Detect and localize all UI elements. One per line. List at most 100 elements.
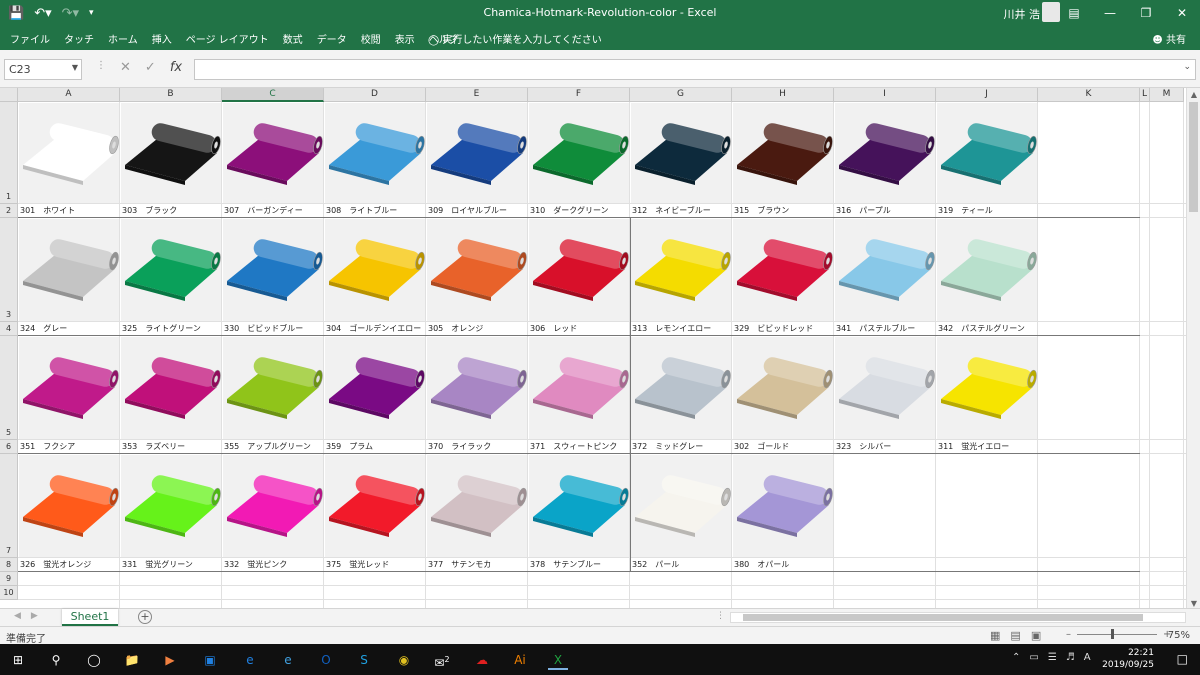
ribbon-tab[interactable]: 挿入 [152, 31, 172, 46]
ribbon-display-icon[interactable]: ▤ [1056, 0, 1092, 26]
name-box[interactable]: C23 ▼ [4, 59, 82, 80]
column-header[interactable]: H [732, 88, 834, 102]
column-header[interactable]: K [1038, 88, 1140, 102]
vinyl-roll-image [431, 357, 527, 419]
color-swatch-5 [427, 103, 527, 203]
row-header[interactable]: 10 [0, 586, 18, 600]
normal-view-icon[interactable]: ▦ [990, 629, 1000, 642]
row-header[interactable]: 3 [0, 218, 18, 322]
ribbon-tab[interactable]: 校閲 [361, 31, 381, 46]
ribbon-tab[interactable]: ページ レイアウト [186, 31, 269, 46]
color-swatch-5 [427, 337, 527, 439]
zoom-slider[interactable]: – + [1066, 629, 1171, 640]
task-view-icon[interactable]: ◯ [84, 650, 104, 670]
tab-splitter-icon[interactable]: ⋮ [716, 611, 725, 621]
search-icon[interactable]: ⚲ [46, 650, 66, 670]
column-header[interactable]: A [18, 88, 120, 102]
row-header[interactable]: 2 [0, 204, 18, 218]
ime-indicator[interactable]: A [1084, 652, 1091, 663]
column-header[interactable]: L [1140, 88, 1150, 102]
gridline [119, 102, 120, 608]
enter-icon[interactable]: ✓ [145, 60, 156, 75]
horizontal-scrollbar[interactable] [730, 612, 1186, 623]
vinyl-roll-image [23, 357, 119, 419]
column-header[interactable]: F [528, 88, 630, 102]
minimize-icon[interactable]: — [1092, 0, 1128, 26]
swatch-label: 305 オレンジ [428, 324, 484, 333]
chevron-up-icon[interactable]: ⌃ [1012, 652, 1020, 663]
scroll-up-icon[interactable]: ▲ [1187, 90, 1200, 99]
restore-icon[interactable]: ❐ [1128, 0, 1164, 26]
scroll-thumb[interactable] [743, 614, 1143, 621]
ribbon-tab[interactable]: 数式 [283, 31, 303, 46]
cancel-icon[interactable]: ✕ [120, 60, 131, 75]
worksheet-grid[interactable]: A B C D E F G H I J K L M 1 2 3 4 5 6 7 8 9 10 301 ホワイト 303 ブラック… [0, 88, 1186, 608]
scroll-down-icon[interactable]: ▼ [1187, 599, 1200, 608]
file-explorer-icon[interactable]: 📁 [122, 650, 142, 670]
add-sheet-button[interactable]: + [138, 610, 152, 624]
formula-input[interactable]: ⌄ [194, 59, 1196, 80]
ribbon-tab[interactable]: データ [317, 31, 347, 46]
media-player-icon[interactable]: ▶ [160, 650, 180, 670]
column-header[interactable]: E [426, 88, 528, 102]
battery-icon[interactable]: ▭ [1029, 652, 1038, 663]
expand-formula-icon[interactable]: ⌄ [1183, 62, 1191, 72]
zoom-level[interactable]: 75% [1168, 630, 1190, 641]
row-header[interactable]: 7 [0, 454, 18, 558]
column-header[interactable]: B [120, 88, 222, 102]
page-break-view-icon[interactable]: ▣ [1031, 629, 1041, 642]
scroll-thumb[interactable] [1189, 102, 1198, 212]
excel-icon[interactable]: X [548, 650, 568, 670]
ribbon-tabs: ファイル タッチ ホーム 挿入 ページ レイアウト 数式 データ 校閲 表示 ヘルプ ◯ 実行した… [0, 26, 1200, 50]
vertical-scrollbar[interactable]: ▲ ▼ [1186, 88, 1200, 610]
user-name[interactable]: 川井 浩 [1004, 6, 1041, 22]
chrome-icon[interactable]: ◉ [394, 650, 414, 670]
next-sheet-icon[interactable]: ▶ [31, 611, 38, 621]
ribbon-tab[interactable]: ファイル [10, 31, 50, 46]
network-icon[interactable]: ☰ [1048, 652, 1057, 663]
column-header[interactable]: G [630, 88, 732, 102]
insert-function-button[interactable]: fx [170, 60, 182, 75]
column-header[interactable]: D [324, 88, 426, 102]
column-header[interactable]: J [936, 88, 1038, 102]
creative-cloud-icon[interactable]: ☁ [472, 650, 492, 670]
prev-sheet-icon[interactable]: ◀ [14, 611, 21, 621]
zoom-thumb[interactable] [1111, 629, 1114, 639]
zoom-track[interactable] [1077, 629, 1157, 639]
windows-start-icon[interactable]: ⊞ [8, 650, 28, 670]
row-header[interactable]: 1 [0, 102, 18, 204]
action-center-icon[interactable]: □ [1177, 652, 1188, 666]
row-header[interactable]: 8 [0, 558, 18, 572]
illustrator-icon[interactable]: Ai [510, 650, 530, 670]
ribbon-tab[interactable]: 表示 [395, 31, 415, 46]
column-header[interactable]: C [222, 88, 324, 102]
volume-icon[interactable]: ♬ [1066, 652, 1075, 663]
column-header[interactable]: M [1150, 88, 1184, 102]
zoom-out-icon[interactable]: – [1066, 629, 1071, 640]
mail-icon[interactable]: ✉2 [432, 650, 452, 670]
color-swatch-4 [325, 103, 425, 203]
close-icon[interactable]: ✕ [1164, 0, 1200, 26]
sheet-tab[interactable]: Sheet1 [62, 609, 118, 626]
ribbon-tab[interactable]: タッチ [64, 31, 94, 46]
outlook-icon[interactable]: O [316, 650, 336, 670]
tell-me-box[interactable]: ◯ 実行したい作業を入力してください [428, 31, 602, 46]
page-layout-view-icon[interactable]: ▤ [1010, 629, 1020, 642]
ribbon-tab[interactable]: ホーム [108, 31, 138, 46]
color-swatch-8 [733, 337, 833, 439]
select-all-corner[interactable] [0, 88, 18, 102]
share-button[interactable]: ☻ 共有 [1152, 31, 1186, 46]
swatch-label: 331 蛍光グリーン [122, 560, 193, 569]
row-header[interactable]: 9 [0, 572, 18, 586]
store-icon[interactable]: ▣ [200, 650, 220, 670]
edge-icon[interactable]: e [240, 650, 260, 670]
skype-icon[interactable]: S [354, 650, 374, 670]
row-header[interactable]: 6 [0, 440, 18, 454]
clock[interactable]: 22:21 2019/09/25 [1102, 647, 1154, 671]
chevron-down-icon[interactable]: ▼ [72, 63, 78, 72]
column-header[interactable]: I [834, 88, 936, 102]
more-icon: ⋮ [96, 60, 106, 71]
row-header[interactable]: 4 [0, 322, 18, 336]
row-header[interactable]: 5 [0, 336, 18, 440]
ie-icon[interactable]: e [278, 650, 298, 670]
